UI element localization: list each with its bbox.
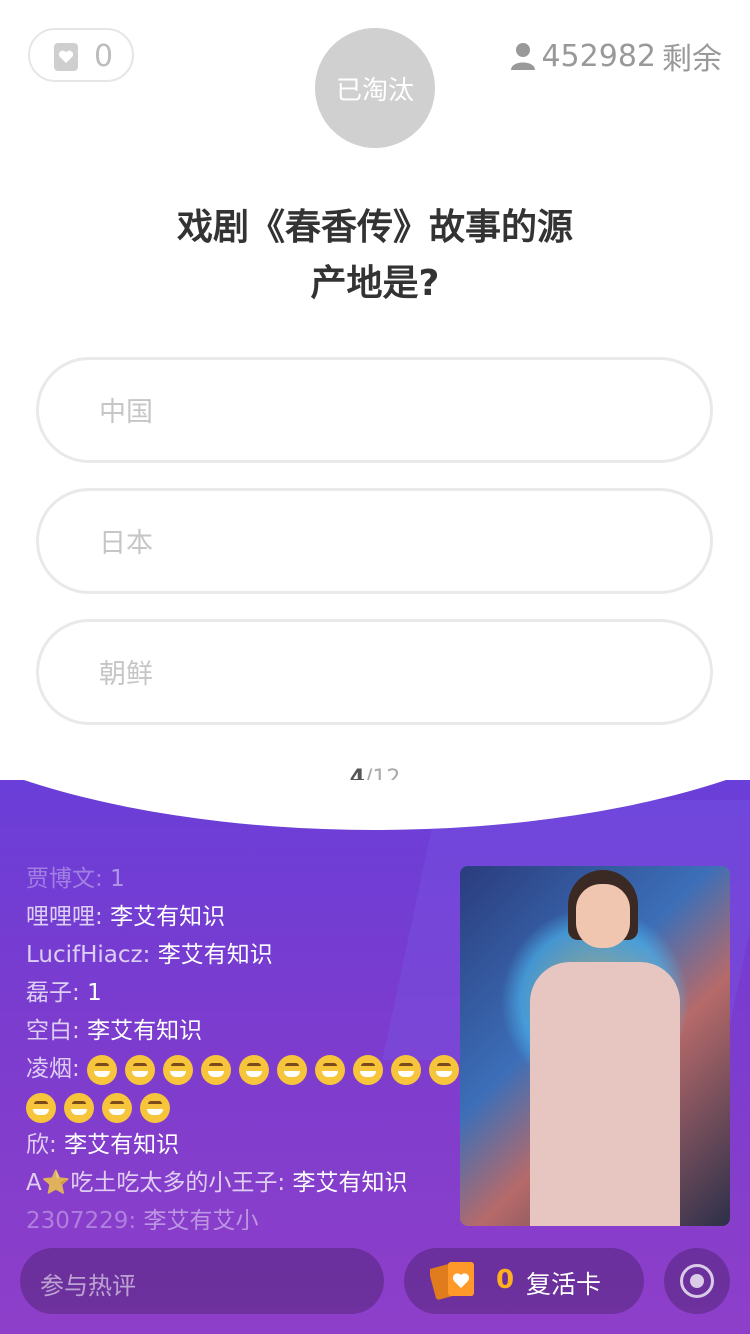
- remaining-count: 452982: [541, 38, 656, 74]
- grin-emoji-icon: [87, 1054, 118, 1085]
- record-dot-icon: [690, 1274, 704, 1288]
- grin-emoji-icon: [125, 1054, 156, 1085]
- option-label: 朝鲜: [99, 659, 153, 690]
- grin-emoji-icon: [140, 1092, 170, 1123]
- answer-option-2[interactable]: 日本: [36, 488, 713, 594]
- lives-count: 0: [94, 39, 114, 74]
- host-figure-face: [576, 884, 630, 948]
- grin-emoji-icon: [315, 1054, 346, 1085]
- revive-count: 0: [496, 1265, 515, 1295]
- question-line-2: 产地是?: [310, 263, 440, 304]
- grin-emoji-icon: [26, 1092, 56, 1123]
- grin-emoji-icon: [277, 1054, 308, 1085]
- grin-emoji-icon: [353, 1054, 384, 1085]
- eliminated-badge: 已淘汰: [315, 28, 435, 148]
- grin-emoji-icon: [163, 1054, 194, 1085]
- option-label: 中国: [99, 397, 153, 428]
- grin-emoji-icon: [102, 1092, 132, 1123]
- answer-option-1[interactable]: 中国: [36, 357, 713, 463]
- comment-placeholder: 参与热评: [40, 1272, 136, 1300]
- option-label: 日本: [99, 528, 153, 559]
- heart-card-icon: [54, 43, 78, 71]
- revive-card-button[interactable]: 0 复活卡: [404, 1248, 644, 1314]
- camera-button[interactable]: [664, 1248, 730, 1314]
- grin-emoji-icon: [391, 1054, 422, 1085]
- host-video[interactable]: [460, 866, 730, 1226]
- grin-emoji-icon: [429, 1054, 460, 1085]
- answer-option-3[interactable]: 朝鲜: [36, 619, 713, 725]
- person-icon: [511, 43, 536, 70]
- grin-emoji-icon: [239, 1054, 270, 1085]
- comment-input[interactable]: 参与热评: [20, 1248, 384, 1314]
- grin-emoji-icon: [64, 1092, 94, 1123]
- question-text: 戏剧《春香传》故事的源 产地是?: [0, 200, 750, 312]
- host-figure-body: [530, 962, 680, 1226]
- remaining-label: 剩余: [662, 42, 722, 77]
- remaining-players: 452982 剩余: [511, 36, 722, 77]
- revive-label: 复活卡: [526, 1270, 602, 1299]
- grin-emoji-icon: [201, 1054, 232, 1085]
- lives-pill: 0: [28, 28, 134, 82]
- revive-cards-icon: [430, 1262, 474, 1300]
- question-line-1: 戏剧《春香传》故事的源: [176, 207, 573, 248]
